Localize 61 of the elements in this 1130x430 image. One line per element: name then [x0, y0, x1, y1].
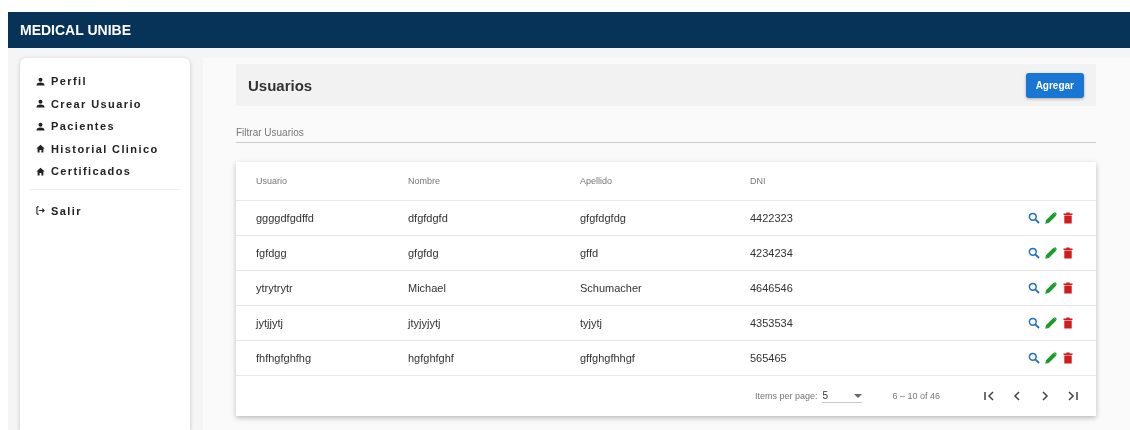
pencil-icon[interactable] — [1045, 352, 1057, 364]
items-per-page-label: Items per page: — [754, 391, 818, 401]
page-range: 6 – 10 of 46 — [892, 391, 940, 401]
table-cell-text: 4422323 — [750, 212, 794, 224]
home-icon — [36, 166, 45, 176]
table-cell-text: Michael — [408, 282, 447, 294]
table-cell-text: 565465 — [750, 352, 788, 364]
column-header: Apellido — [580, 176, 614, 186]
trash-icon[interactable] — [1062, 282, 1074, 294]
table-cell-text: tyjytj — [580, 317, 603, 329]
home-icon — [36, 144, 45, 154]
pencil-icon[interactable] — [1045, 317, 1057, 329]
table-cell-text: jtyjyjytj — [408, 317, 442, 329]
column-header: DNI — [750, 176, 767, 186]
table-cell-text: 4646546 — [750, 282, 794, 294]
page-size-select[interactable]: 5 — [822, 389, 863, 403]
nav-link[interactable]: Perfil — [30, 70, 180, 93]
search-icon[interactable] — [1028, 247, 1040, 259]
table-cell-text: gfgfdg — [408, 247, 440, 259]
pencil-icon[interactable] — [1045, 282, 1057, 294]
table-cell-text: gfgfdgfdg — [580, 212, 627, 224]
trash-icon[interactable] — [1062, 212, 1074, 224]
table-cell-text: dfgfdgfd — [408, 212, 449, 224]
trash-icon[interactable] — [1062, 247, 1074, 259]
nav-link[interactable]: Crear Usuario — [30, 92, 180, 115]
search-icon[interactable] — [1028, 282, 1040, 294]
logout-icon — [36, 206, 45, 216]
table-cell-text: fgfdgg — [256, 247, 288, 259]
trash-icon[interactable] — [1062, 352, 1074, 364]
table-cell-text: ggggdfgdffd — [256, 212, 315, 224]
add-button[interactable]: Agregar — [1025, 72, 1084, 98]
last-page-icon[interactable] — [1066, 389, 1080, 403]
table-cell-text: gffghgfhhgf — [580, 352, 636, 364]
table-cell-text: ytrytrytr — [256, 282, 294, 294]
column-header: Nombre — [408, 176, 441, 186]
pencil-icon[interactable] — [1045, 212, 1057, 224]
page-title: Usuarios — [248, 76, 313, 94]
nav-link[interactable]: Certificados — [30, 160, 180, 183]
filter-field[interactable]: Filtrar Usuarios — [236, 123, 1096, 143]
app-title: MEDICAL UNIBE — [20, 22, 131, 38]
table-cell-text: 4353534 — [750, 317, 794, 329]
nav-link[interactable]: Salir — [30, 199, 180, 222]
caret-icon — [854, 393, 863, 398]
search-icon[interactable] — [1028, 352, 1040, 364]
table-cell-text: 4234234 — [750, 247, 794, 259]
person-icon — [36, 76, 45, 86]
search-icon[interactable] — [1028, 212, 1040, 224]
first-page-icon[interactable] — [982, 389, 996, 403]
column-header: Usuario — [256, 176, 288, 186]
table-cell-text: gffd — [580, 247, 600, 259]
search-icon[interactable] — [1028, 317, 1040, 329]
person-icon — [36, 121, 45, 131]
table-cell-text: jytjjytj — [256, 317, 284, 329]
table-cell-text: Schumacher — [580, 282, 643, 294]
nav-link[interactable]: Historial Clinico — [30, 137, 180, 160]
person-icon — [36, 99, 45, 109]
table-cell-text: hgfghfghf — [408, 352, 455, 364]
table-cell-text: fhfhgfghfhg — [256, 352, 313, 364]
nav-link[interactable]: Pacientes — [30, 115, 180, 138]
trash-icon[interactable] — [1062, 317, 1074, 329]
pencil-icon[interactable] — [1045, 247, 1057, 259]
